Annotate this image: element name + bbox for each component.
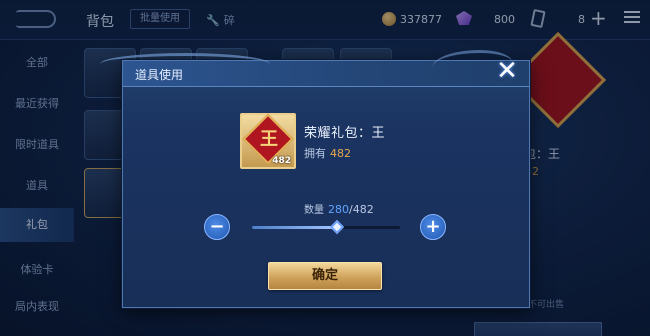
emblem-char: 王 [260,129,278,150]
quantity-max: /482 [349,203,374,216]
owned-value: 482 [330,147,351,160]
quantity-readout: 数量 280/482 [304,201,374,216]
confirm-button[interactable]: 确定 [268,262,382,290]
item-name: 荣耀礼包：王 [304,126,386,141]
quantity-slider[interactable] [252,226,400,229]
quantity-current: 280 [328,203,349,216]
increase-button[interactable]: + [420,214,446,240]
quantity-slider-fill [252,226,338,229]
quantity-label: 数量 [304,205,324,216]
item-count-badge: 482 [272,156,291,166]
cloud-ornament [100,53,270,75]
decrease-button[interactable]: − [204,214,230,240]
item-owned: 拥有 482 [304,145,351,161]
close-button[interactable]: ✕ [494,58,520,84]
owned-label: 拥有 [304,147,326,160]
item-thumbnail: 王 482 [240,113,296,169]
